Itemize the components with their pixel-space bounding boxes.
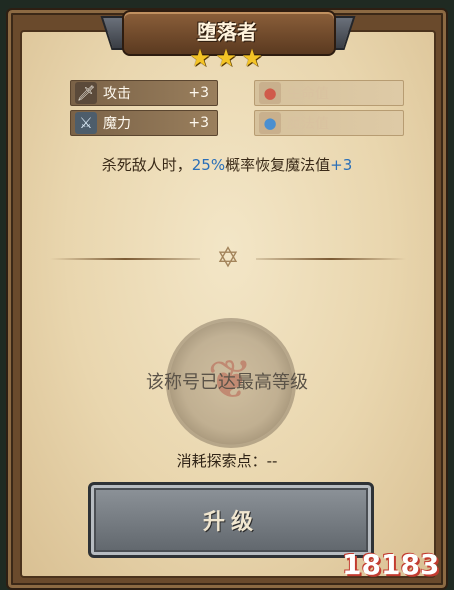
upgrade-button[interactable]: 升级 <box>88 482 374 558</box>
stat-health: ● 生命值 <box>254 80 404 106</box>
effect-middle: 概率恢复魔法值 <box>225 156 331 174</box>
star-rating: ★ ★ ★ <box>188 46 268 70</box>
blue-potion-icon: ● <box>259 112 281 134</box>
red-potion-icon: ● <box>259 82 281 104</box>
site-watermark: 18183 <box>342 548 440 581</box>
effect-percent: 25% <box>191 156 226 174</box>
stat-magic: ⚔ 魔力 +3 <box>70 110 218 136</box>
divider-line-right <box>256 258 406 260</box>
effect-bonus: +3 <box>330 156 353 174</box>
effect-prefix: 杀死敌人时， <box>101 156 192 174</box>
divider-line-left <box>50 258 200 260</box>
star-icon: ★ <box>241 44 263 72</box>
sword-icon: 🗡 <box>75 82 97 104</box>
stat-mana: ● 魔法值 <box>254 110 404 136</box>
cost-value: -- <box>266 452 278 470</box>
upgrade-button-label: 升级 <box>202 510 259 535</box>
stat-attack-label: 攻击 <box>103 86 131 102</box>
effect-description: 杀死敌人时，25%概率恢复魔法值+3 <box>0 154 454 175</box>
staff-icon: ⚔ <box>75 112 97 134</box>
stat-mana-label: 魔法值 <box>287 116 329 132</box>
stat-attack: 🗡 攻击 +3 <box>70 80 218 106</box>
exploration-cost: 消耗探索点：-- <box>0 450 454 471</box>
hexagram-emblem-icon: ✡ <box>216 241 240 274</box>
title-name: 堕落者 <box>197 20 257 44</box>
star-icon: ★ <box>215 44 237 72</box>
stat-health-label: 生命值 <box>287 86 329 102</box>
star-icon: ★ <box>189 44 211 72</box>
stat-magic-value: +3 <box>188 115 209 131</box>
stat-magic-label: 魔力 <box>103 116 131 132</box>
max-level-status: 该称号已达最高等级 <box>146 372 308 393</box>
stat-attack-value: +3 <box>188 85 209 101</box>
cost-label: 消耗探索点： <box>176 452 267 470</box>
